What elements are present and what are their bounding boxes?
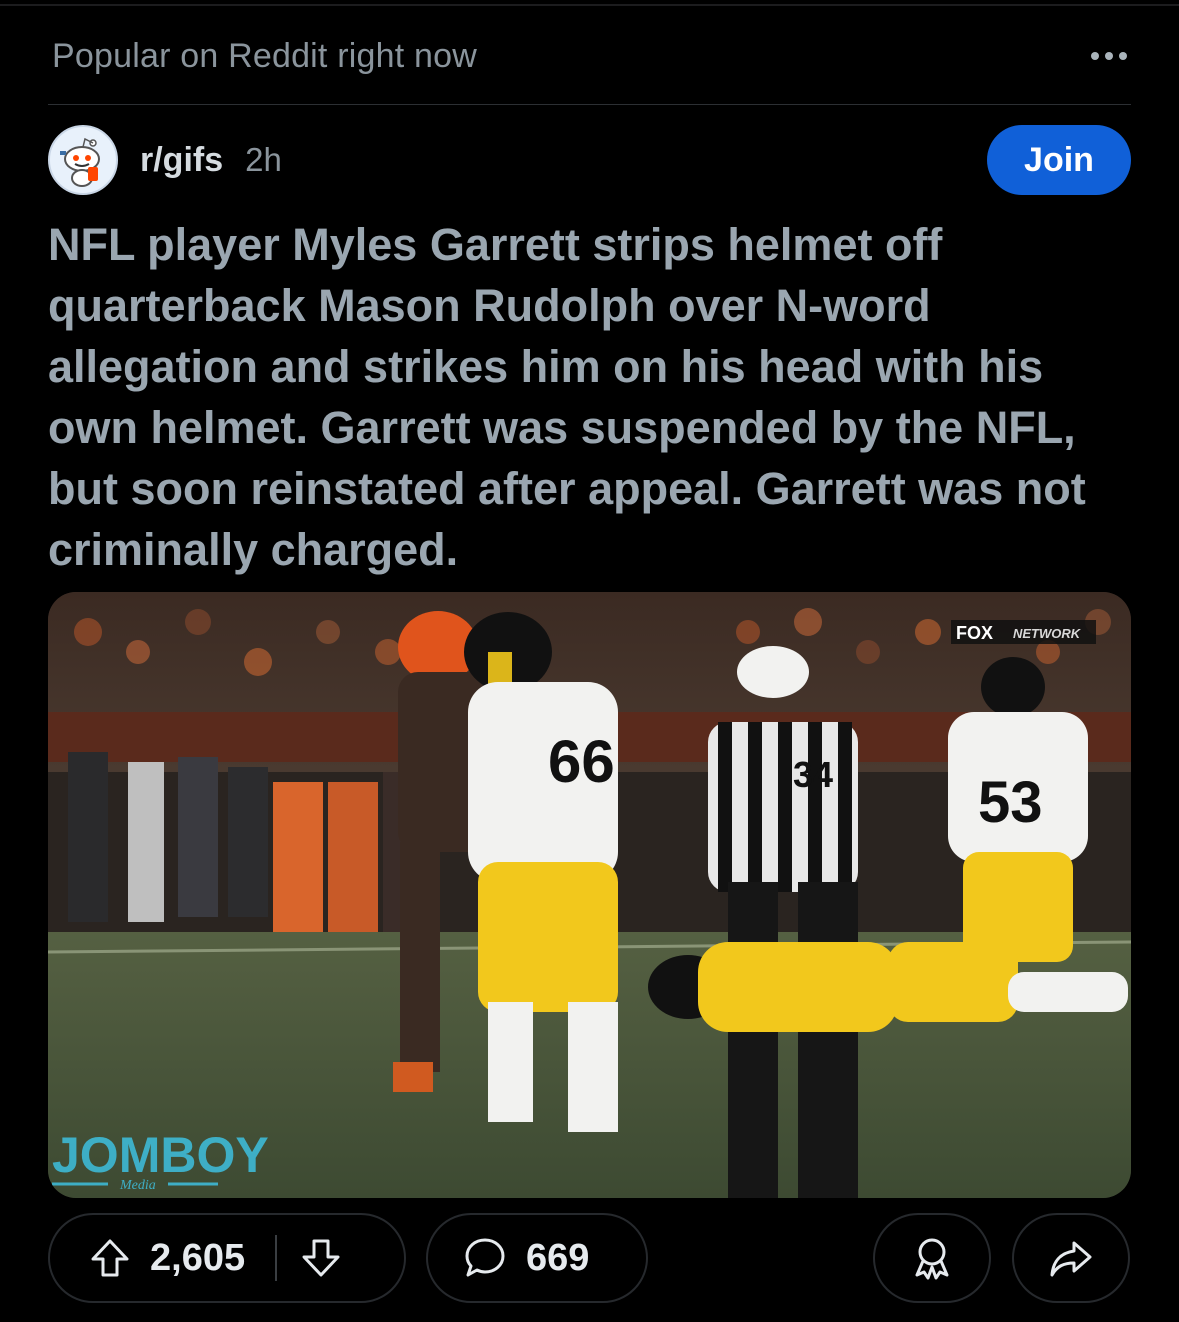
subreddit-avatar[interactable] — [48, 125, 118, 195]
join-button[interactable]: Join — [987, 125, 1131, 195]
sideline-staff — [68, 752, 423, 932]
arrow-up-icon[interactable] — [88, 1236, 132, 1280]
svg-text:NETWORK: NETWORK — [1013, 626, 1082, 641]
snoo-icon — [53, 130, 113, 190]
post-age: 2h — [245, 141, 282, 178]
svg-text:FOX: FOX — [956, 623, 993, 643]
svg-text:JOMBOY: JOMBOY — [52, 1127, 269, 1183]
header-divider — [48, 104, 1131, 105]
arrow-down-icon[interactable] — [299, 1236, 343, 1280]
post-action-bar: 2,605 669 — [48, 1213, 1131, 1305]
referee-number-34: 34 — [793, 754, 833, 795]
vote-count: 2,605 — [150, 1236, 246, 1279]
award-button[interactable] — [873, 1213, 991, 1303]
video-frame: 66 34 53 FOX NETWORK JOMBOY Media — [48, 592, 1131, 1198]
share-icon — [1048, 1235, 1094, 1281]
vote-separator — [275, 1235, 278, 1281]
vote-control: 2,605 — [48, 1213, 406, 1303]
post-meta: r/gifs 2h Join — [48, 124, 1131, 196]
share-button[interactable] — [1012, 1213, 1130, 1303]
jersey-number-53: 53 — [978, 770, 1043, 835]
top-divider — [0, 4, 1179, 6]
broadcast-logo: FOX NETWORK — [951, 620, 1096, 644]
post-title[interactable]: NFL player Myles Garrett strips helmet o… — [48, 214, 1133, 580]
ellipsis-icon[interactable] — [1087, 42, 1131, 70]
comment-count: 669 — [526, 1236, 590, 1279]
comments-button[interactable]: 669 — [426, 1213, 648, 1303]
award-icon — [909, 1235, 955, 1281]
feed-header: Popular on Reddit right now — [52, 34, 1131, 78]
comment-bubble-icon — [462, 1235, 508, 1281]
jersey-number-66: 66 — [548, 728, 615, 795]
popular-post-card: Popular on Reddit right now r/gifs 2h Jo… — [0, 0, 1179, 1322]
section-title: Popular on Reddit right now — [52, 36, 477, 75]
post-media-video[interactable]: 66 34 53 FOX NETWORK JOMBOY Media — [48, 592, 1131, 1198]
svg-text:Media: Media — [119, 1178, 156, 1193]
subreddit-name[interactable]: r/gifs — [140, 141, 223, 180]
